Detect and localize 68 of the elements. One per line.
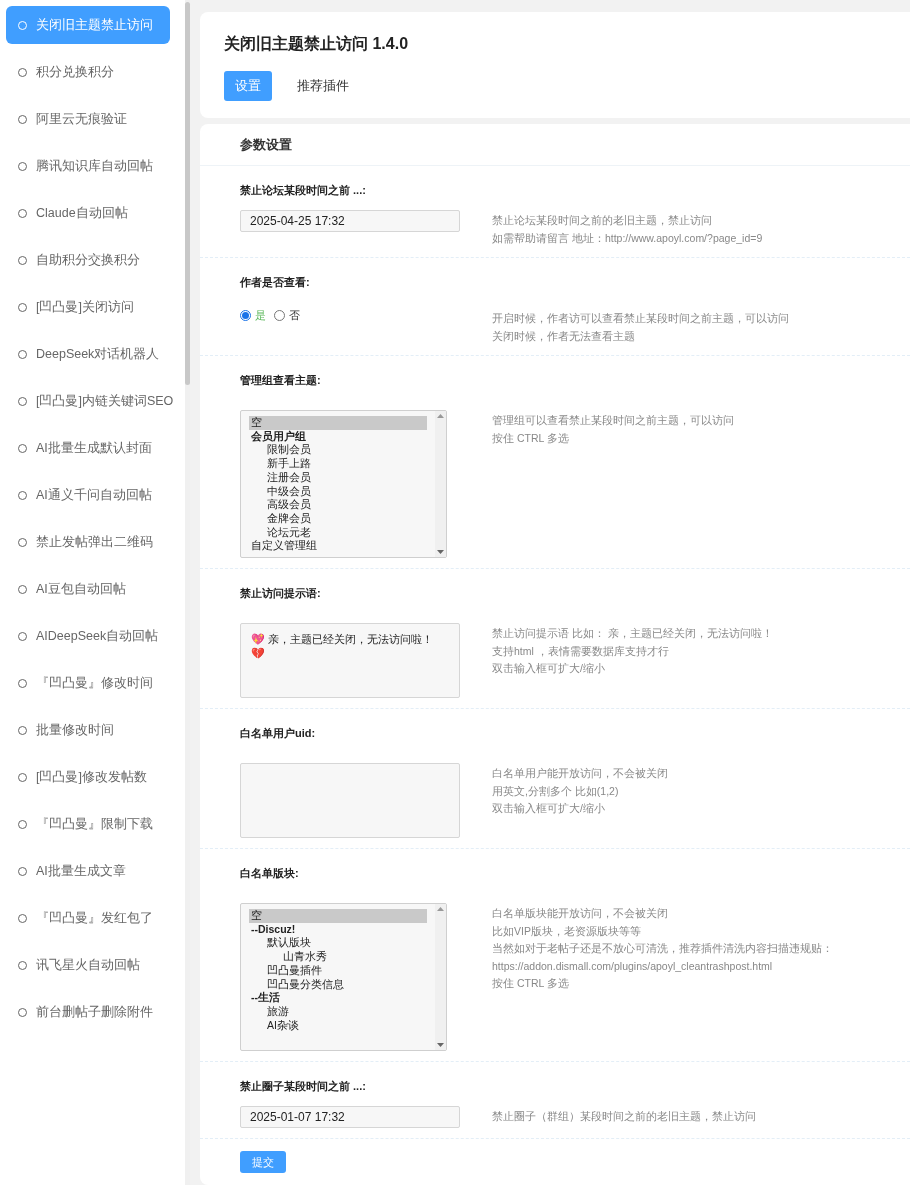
sidebar-item[interactable]: 阿里云无痕验证 [6, 100, 170, 138]
field-description: 白名单用户能开放访问，不会被关闭 用英文,分割多个 比如(1,2) 双击输入框可扩大/缩小 [492, 766, 668, 816]
sidebar-item[interactable]: [凹凸曼]修改发帖数 [6, 758, 170, 796]
sidebar-item[interactable]: 积分兑换积分 [6, 53, 170, 91]
list-option[interactable]: 凹凸曼插件 [249, 963, 427, 978]
list-option[interactable]: 空 [249, 416, 427, 430]
date-input[interactable]: 2025-01-07 17:32 [240, 1106, 460, 1128]
multi-select-list[interactable]: 空 会员用户组 限制会员 新手上路 注册会员 中级会员 高级会员 金牌会员 论坛元老 自定义管理组 [240, 410, 447, 558]
list-option[interactable]: AI杂谈 [249, 1018, 427, 1033]
sidebar-item[interactable]: 『凹凸曼』发红包了 [6, 899, 170, 937]
field-description: 开启时候，作者访可以查看禁止某段时间之前主题，可以访问 关闭时候，作者无法查看主题 [492, 311, 789, 344]
sidebar-item[interactable]: [凹凸曼]关闭访问 [6, 288, 170, 326]
list-option[interactable]: 论坛元老 [249, 525, 427, 540]
field-description: 禁止圈子（群组）某段时间之前的老旧主题，禁止访问 [492, 1109, 756, 1124]
sidebar-item[interactable]: AIDeepSeek自动回帖 [6, 617, 170, 655]
list-option[interactable]: --生活 [249, 991, 427, 1005]
sidebar-item[interactable]: 禁止发帖弹出二维码 [6, 523, 170, 561]
list-option[interactable]: 限制会员 [249, 443, 427, 458]
field-label: 禁止访问提示语: [240, 586, 322, 601]
sidebar-item[interactable]: AI批量生成默认封面 [6, 429, 170, 467]
tab[interactable]: 推荐插件 [286, 71, 360, 101]
radio-option[interactable]: 否 [274, 308, 300, 323]
sidebar-item[interactable]: AI通义千问自动回帖 [6, 476, 170, 514]
field-label: 白名单用户uid: [240, 726, 317, 741]
sidebar-item[interactable]: 腾讯知识库自动回帖 [6, 147, 170, 185]
list-option[interactable]: 中级会员 [249, 484, 427, 499]
sidebar-item[interactable]: Claude自动回帖 [6, 194, 170, 232]
scroll-down-icon[interactable] [437, 1043, 444, 1047]
list-option[interactable]: 会员用户组 [249, 429, 427, 444]
list-option[interactable]: 空 [249, 909, 427, 923]
list-option[interactable]: 注册会员 [249, 470, 427, 485]
field-label: 作者是否查看: [240, 275, 311, 290]
field-description: 禁止论坛某段时间之前的老旧主题，禁止访问 如需帮助请留言 地址：http://www.apoyl.com/?page_id=9 [492, 213, 763, 246]
text-area[interactable]: 💖 亲，主题已经关闭，无法访问啦！ 💔 [240, 623, 460, 698]
sidebar-item[interactable]: 讯飞星火自动回帖 [6, 946, 170, 984]
list-option[interactable]: 默认版块 [249, 936, 427, 951]
list-option[interactable]: 金牌会员 [249, 511, 427, 526]
multi-select-list[interactable]: 空 --Discuz! 默认版块 山青水秀 凹凸曼插件 凹凸曼分类信息 --生活 旅游 AI杂谈 [240, 903, 447, 1051]
field-label: 禁止圈子某段时间之前 ...: [240, 1079, 367, 1094]
list-option[interactable]: 山青水秀 [249, 950, 427, 964]
field-label: 禁止论坛某段时间之前 ...: [240, 183, 367, 198]
text-area[interactable] [240, 763, 460, 838]
field-description: 白名单版块能开放访问，不会被关闭 比如VIP版块，老资源版块等等 当然如对于老帖子还是不放心可清洗，推荐插件清洗内容扫描违规贴： https://addon.dismall.com/plugins/apoyl_cleantrashpost.html 按住 CTRL 多选 [492, 906, 833, 991]
sidebar-item[interactable]: 『凹凸曼』限制下载 [6, 805, 170, 843]
field-description: 管理组可以查看禁止某段时间之前主题，可以访问 按住 CTRL 多选 [492, 413, 734, 446]
sidebar-item[interactable]: 自助积分交换积分 [6, 241, 170, 279]
field-label: 管理组查看主题: [240, 373, 322, 388]
scroll-up-icon[interactable] [437, 907, 444, 911]
sidebar-item[interactable]: AI批量生成文章 [6, 852, 170, 890]
list-option[interactable]: 自定义管理组 [249, 539, 427, 554]
list-option[interactable]: 凹凸曼分类信息 [249, 977, 427, 992]
field-label: 白名单版块: [240, 866, 300, 881]
sidebar-item[interactable]: 批量修改时间 [6, 711, 170, 749]
sidebar-item[interactable]: AI豆包自动回帖 [6, 570, 170, 608]
scrollbar-thumb[interactable] [185, 2, 190, 385]
scroll-down-icon[interactable] [437, 550, 444, 554]
list-option[interactable]: 旅游 [249, 1004, 427, 1019]
plugin-title: 关闭旧主题禁止访问 1.4.0 [224, 34, 410, 54]
date-input[interactable]: 2025-04-25 17:32 [240, 210, 460, 232]
list-option[interactable]: 高级会员 [249, 498, 427, 512]
sidebar-item[interactable]: 前台删帖子删除附件 [6, 993, 170, 1031]
scroll-up-icon[interactable] [437, 414, 444, 418]
field-description: 禁止访问提示语 比如： 亲，主题已经关闭，无法访问啦！ 支持html ，表情需要数据库支持才行 双击输入框可扩大/缩小 [492, 626, 773, 676]
sidebar-item[interactable]: 『凹凸曼』修改时间 [6, 664, 170, 702]
list-option[interactable]: 新手上路 [249, 457, 427, 471]
list-option[interactable]: --Discuz! [249, 922, 427, 937]
sidebar-item[interactable]: DeepSeek对话机器人 [6, 335, 170, 373]
section-title: 参数设置 [200, 124, 910, 166]
